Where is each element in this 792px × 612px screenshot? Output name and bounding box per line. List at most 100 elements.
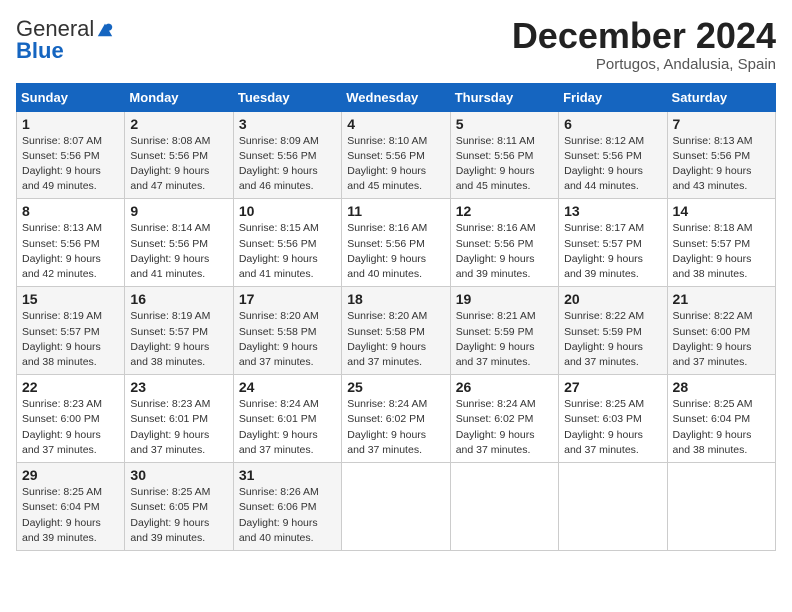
calendar-header-sunday: Sunday bbox=[17, 83, 125, 111]
calendar-cell: 17Sunrise: 8:20 AMSunset: 5:58 PMDayligh… bbox=[233, 287, 341, 375]
day-info: Sunrise: 8:14 AMSunset: 5:56 PMDaylight:… bbox=[130, 221, 227, 282]
day-number: 10 bbox=[239, 203, 336, 219]
day-info: Sunrise: 8:09 AMSunset: 5:56 PMDaylight:… bbox=[239, 134, 336, 195]
day-number: 4 bbox=[347, 116, 444, 132]
calendar-cell: 23 Sunrise: 8:23 AMSunset: 6:01 PMDayligh… bbox=[125, 375, 233, 463]
calendar-cell bbox=[450, 463, 558, 551]
day-number: 19 bbox=[456, 291, 553, 307]
day-number: 25 bbox=[347, 379, 444, 395]
day-info: Sunrise: 8:25 AMSunset: 6:04 PMDaylight:… bbox=[22, 485, 119, 546]
logo-blue: Blue bbox=[16, 38, 64, 64]
calendar-cell: 14 Sunrise: 8:18 AMSunset: 5:57 PMDayligh… bbox=[667, 199, 775, 287]
day-info: Sunrise: 8:24 AMSunset: 6:02 PMDaylight:… bbox=[347, 397, 444, 458]
calendar-cell: 15 Sunrise: 8:19 AMSunset: 5:57 PMDayligh… bbox=[17, 287, 125, 375]
calendar-cell: 22 Sunrise: 8:23 AMSunset: 6:00 PMDayligh… bbox=[17, 375, 125, 463]
calendar-cell: 30 Sunrise: 8:25 AMSunset: 6:05 PMDayligh… bbox=[125, 463, 233, 551]
day-info: Sunrise: 8:21 AMSunset: 5:59 PMDaylight:… bbox=[456, 309, 553, 370]
day-info: Sunrise: 8:17 AMSunset: 5:57 PMDaylight:… bbox=[564, 221, 661, 282]
day-info: Sunrise: 8:10 AMSunset: 5:56 PMDaylight:… bbox=[347, 134, 444, 195]
day-info: Sunrise: 8:18 AMSunset: 5:57 PMDaylight:… bbox=[673, 221, 770, 282]
day-info: Sunrise: 8:08 AMSunset: 5:56 PMDaylight:… bbox=[130, 134, 227, 195]
calendar-cell: 28 Sunrise: 8:25 AMSunset: 6:04 PMDayligh… bbox=[667, 375, 775, 463]
calendar-cell: 4 Sunrise: 8:10 AMSunset: 5:56 PMDaylight… bbox=[342, 111, 450, 199]
day-info: Sunrise: 8:13 AMSunset: 5:56 PMDaylight:… bbox=[22, 221, 119, 282]
day-number: 23 bbox=[130, 379, 227, 395]
day-number: 14 bbox=[673, 203, 770, 219]
day-info: Sunrise: 8:23 AMSunset: 6:01 PMDaylight:… bbox=[130, 397, 227, 458]
day-number: 27 bbox=[564, 379, 661, 395]
day-info: Sunrise: 8:25 AMSunset: 6:03 PMDaylight:… bbox=[564, 397, 661, 458]
calendar-header-tuesday: Tuesday bbox=[233, 83, 341, 111]
calendar-cell: 5Sunrise: 8:11 AMSunset: 5:56 PMDaylight… bbox=[450, 111, 558, 199]
calendar-cell: 11Sunrise: 8:16 AMSunset: 5:56 PMDayligh… bbox=[342, 199, 450, 287]
calendar-cell: 6 Sunrise: 8:12 AMSunset: 5:56 PMDaylight… bbox=[559, 111, 667, 199]
calendar-header-wednesday: Wednesday bbox=[342, 83, 450, 111]
day-number: 20 bbox=[564, 291, 661, 307]
day-info: Sunrise: 8:07 AMSunset: 5:56 PMDaylight:… bbox=[22, 134, 119, 195]
calendar-header-friday: Friday bbox=[559, 83, 667, 111]
day-info: Sunrise: 8:22 AMSunset: 5:59 PMDaylight:… bbox=[564, 309, 661, 370]
calendar-cell: 24Sunrise: 8:24 AMSunset: 6:01 PMDayligh… bbox=[233, 375, 341, 463]
day-info: Sunrise: 8:26 AMSunset: 6:06 PMDaylight:… bbox=[239, 485, 336, 546]
day-info: Sunrise: 8:12 AMSunset: 5:56 PMDaylight:… bbox=[564, 134, 661, 195]
day-info: Sunrise: 8:20 AMSunset: 5:58 PMDaylight:… bbox=[347, 309, 444, 370]
day-number: 13 bbox=[564, 203, 661, 219]
day-info: Sunrise: 8:22 AMSunset: 6:00 PMDaylight:… bbox=[673, 309, 770, 370]
calendar-cell bbox=[559, 463, 667, 551]
calendar-week-row: 15 Sunrise: 8:19 AMSunset: 5:57 PMDayligh… bbox=[17, 287, 776, 375]
day-info: Sunrise: 8:25 AMSunset: 6:04 PMDaylight:… bbox=[673, 397, 770, 458]
calendar-cell: 21 Sunrise: 8:22 AMSunset: 6:00 PMDayligh… bbox=[667, 287, 775, 375]
calendar-cell: 18Sunrise: 8:20 AMSunset: 5:58 PMDayligh… bbox=[342, 287, 450, 375]
day-number: 29 bbox=[22, 467, 119, 483]
calendar-cell: 25 Sunrise: 8:24 AMSunset: 6:02 PMDayligh… bbox=[342, 375, 450, 463]
calendar-week-row: 29 Sunrise: 8:25 AMSunset: 6:04 PMDayligh… bbox=[17, 463, 776, 551]
calendar-cell: 9Sunrise: 8:14 AMSunset: 5:56 PMDaylight… bbox=[125, 199, 233, 287]
calendar-table: SundayMondayTuesdayWednesdayThursdayFrid… bbox=[16, 83, 776, 551]
calendar-cell: 8 Sunrise: 8:13 AMSunset: 5:56 PMDaylight… bbox=[17, 199, 125, 287]
calendar-cell: 29 Sunrise: 8:25 AMSunset: 6:04 PMDayligh… bbox=[17, 463, 125, 551]
calendar-week-row: 8 Sunrise: 8:13 AMSunset: 5:56 PMDaylight… bbox=[17, 199, 776, 287]
day-info: Sunrise: 8:16 AMSunset: 5:56 PMDaylight:… bbox=[456, 221, 553, 282]
calendar-cell: 2Sunrise: 8:08 AMSunset: 5:56 PMDaylight… bbox=[125, 111, 233, 199]
calendar-cell: 10 Sunrise: 8:15 AMSunset: 5:56 PMDayligh… bbox=[233, 199, 341, 287]
title-block: December 2024 Portugos, Andalusia, Spain bbox=[512, 16, 776, 73]
day-info: Sunrise: 8:24 AMSunset: 6:01 PMDaylight:… bbox=[239, 397, 336, 458]
logo-icon bbox=[96, 20, 114, 38]
logo: General Blue bbox=[16, 16, 114, 64]
day-number: 8 bbox=[22, 203, 119, 219]
day-number: 17 bbox=[239, 291, 336, 307]
calendar-cell: 16Sunrise: 8:19 AMSunset: 5:57 PMDayligh… bbox=[125, 287, 233, 375]
calendar-cell: 1Sunrise: 8:07 AMSunset: 5:56 PMDaylight… bbox=[17, 111, 125, 199]
calendar-cell: 19 Sunrise: 8:21 AMSunset: 5:59 PMDayligh… bbox=[450, 287, 558, 375]
day-number: 7 bbox=[673, 116, 770, 132]
calendar-cell: 27 Sunrise: 8:25 AMSunset: 6:03 PMDayligh… bbox=[559, 375, 667, 463]
calendar-cell: 3 Sunrise: 8:09 AMSunset: 5:56 PMDaylight… bbox=[233, 111, 341, 199]
day-info: Sunrise: 8:11 AMSunset: 5:56 PMDaylight:… bbox=[456, 134, 553, 195]
day-info: Sunrise: 8:15 AMSunset: 5:56 PMDaylight:… bbox=[239, 221, 336, 282]
calendar-cell bbox=[342, 463, 450, 551]
day-info: Sunrise: 8:24 AMSunset: 6:02 PMDaylight:… bbox=[456, 397, 553, 458]
day-number: 22 bbox=[22, 379, 119, 395]
page-header: General Blue December 2024 Portugos, And… bbox=[16, 16, 776, 73]
day-info: Sunrise: 8:19 AMSunset: 5:57 PMDaylight:… bbox=[22, 309, 119, 370]
calendar-cell: 20 Sunrise: 8:22 AMSunset: 5:59 PMDayligh… bbox=[559, 287, 667, 375]
day-number: 26 bbox=[456, 379, 553, 395]
day-number: 15 bbox=[22, 291, 119, 307]
month-title: December 2024 bbox=[512, 16, 776, 56]
day-number: 11 bbox=[347, 203, 444, 219]
day-info: Sunrise: 8:19 AMSunset: 5:57 PMDaylight:… bbox=[130, 309, 227, 370]
day-number: 3 bbox=[239, 116, 336, 132]
calendar-body: 1Sunrise: 8:07 AMSunset: 5:56 PMDaylight… bbox=[17, 111, 776, 550]
calendar-week-row: 22 Sunrise: 8:23 AMSunset: 6:00 PMDayligh… bbox=[17, 375, 776, 463]
day-number: 6 bbox=[564, 116, 661, 132]
calendar-cell: 12Sunrise: 8:16 AMSunset: 5:56 PMDayligh… bbox=[450, 199, 558, 287]
calendar-header-thursday: Thursday bbox=[450, 83, 558, 111]
day-info: Sunrise: 8:25 AMSunset: 6:05 PMDaylight:… bbox=[130, 485, 227, 546]
day-number: 28 bbox=[673, 379, 770, 395]
day-number: 21 bbox=[673, 291, 770, 307]
calendar-cell: 31Sunrise: 8:26 AMSunset: 6:06 PMDayligh… bbox=[233, 463, 341, 551]
calendar-cell bbox=[667, 463, 775, 551]
day-number: 30 bbox=[130, 467, 227, 483]
day-info: Sunrise: 8:23 AMSunset: 6:00 PMDaylight:… bbox=[22, 397, 119, 458]
location: Portugos, Andalusia, Spain bbox=[512, 56, 776, 73]
